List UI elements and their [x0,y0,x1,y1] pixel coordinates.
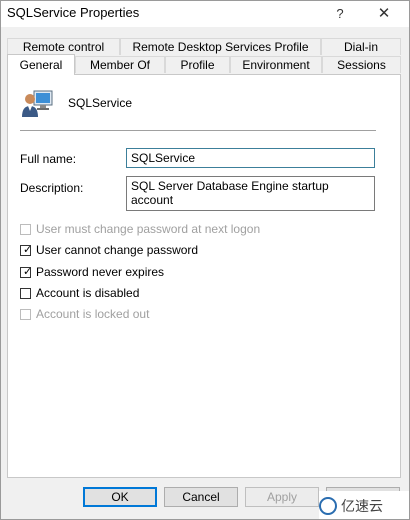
description-label: Description: [20,181,84,195]
option-label: Password never expires [36,265,165,279]
option-password-never-expires[interactable]: ✓ Password never expires [20,264,164,280]
separator [20,130,376,131]
description-field[interactable]: SQL Server Database Engine startup accou… [126,176,375,211]
option-label: User cannot change password [36,243,199,257]
full-name-label: Full name: [20,152,77,166]
checkbox[interactable]: ✓ [20,265,33,278]
full-name-field[interactable]: SQLService [126,148,375,168]
option-label: Account is locked out [36,307,150,321]
tab-dial-in[interactable]: Dial-in [321,38,401,55]
watermark-logo-icon [319,497,337,515]
close-button[interactable]: ✕ [371,3,397,25]
tab-general[interactable]: General [7,54,75,75]
option-account-is-disabled[interactable]: Account is disabled [20,285,139,301]
tab-remote-desktop-services-profile[interactable]: Remote Desktop Services Profile [120,38,321,55]
ok-button[interactable]: OK [83,487,157,507]
checkbox[interactable] [20,287,31,299]
option-label: User must change password at next logon [36,222,261,236]
help-title-button[interactable]: ? [327,3,353,25]
checkmark-icon: ✓ [23,265,33,278]
checkbox[interactable] [20,308,31,320]
cancel-button[interactable]: Cancel [164,487,238,507]
watermark-text: 亿速云 [341,499,383,515]
tab-profile[interactable]: Profile [165,56,230,73]
tab-row-front: General Member Of Profile Environment Se… [7,54,403,75]
apply-button[interactable]: Apply [245,487,319,507]
checkmark-icon: ✓ [23,243,33,256]
option-user-cannot-change-password[interactable]: ✓ User cannot change password [20,242,198,258]
tab-environment[interactable]: Environment [230,56,322,73]
option-user-must-change-password[interactable]: User must change password at next logon [20,221,260,237]
general-tab-panel: SQLService Full name: SQLService Descrip… [7,74,401,478]
checkbox[interactable] [20,223,31,235]
window-title: SQLService Properties [7,5,140,20]
tab-sessions[interactable]: Sessions [322,56,401,73]
user-computer-icon [20,87,54,121]
properties-dialog: SQLService Properties ? ✕ Remote control… [0,0,410,520]
checkbox[interactable]: ✓ [20,243,33,256]
title-bar[interactable]: SQLService Properties ? ✕ [1,1,409,27]
option-label: Account is disabled [36,286,140,300]
watermark: 亿速云 [319,491,409,519]
tab-member-of[interactable]: Member Of [75,56,165,73]
option-account-is-locked-out[interactable]: Account is locked out [20,306,149,322]
tab-remote-control[interactable]: Remote control [7,38,120,55]
account-name: SQLService [68,96,133,110]
